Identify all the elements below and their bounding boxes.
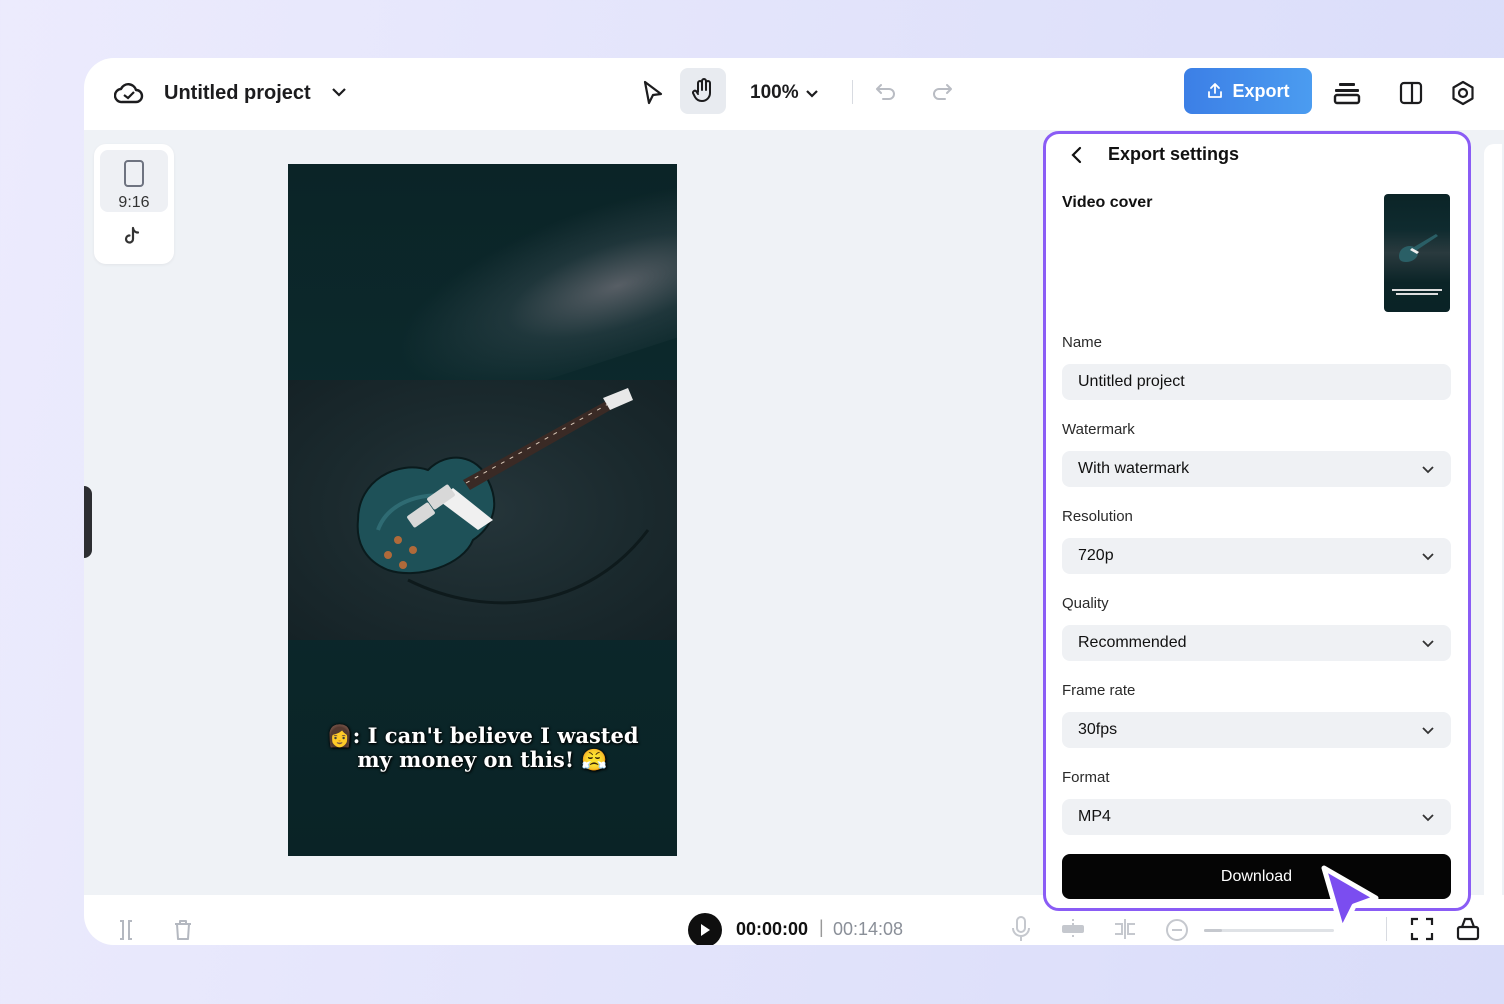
top-toolbar: Untitled project 100% Export bbox=[84, 58, 1504, 130]
trash-icon[interactable] bbox=[172, 919, 194, 945]
split-view-icon[interactable] bbox=[1394, 76, 1428, 110]
split-icon[interactable] bbox=[1112, 917, 1138, 945]
download-label: Download bbox=[1220, 867, 1293, 885]
download-button[interactable]: Download bbox=[1062, 854, 1451, 899]
bracket-icon[interactable] bbox=[116, 919, 136, 945]
undo-icon[interactable] bbox=[872, 78, 900, 106]
chevron-down-icon bbox=[1422, 639, 1434, 647]
time-separator: | bbox=[819, 917, 824, 937]
quality-label: Quality bbox=[1062, 595, 1109, 612]
mic-icon[interactable] bbox=[1010, 915, 1032, 945]
export-label: Export bbox=[1232, 80, 1290, 101]
hand-icon bbox=[692, 78, 711, 103]
cursor-icon bbox=[1318, 862, 1384, 943]
chevron-down-icon bbox=[1422, 552, 1434, 560]
lock-icon[interactable] bbox=[1456, 915, 1480, 945]
tiktok-icon[interactable] bbox=[124, 226, 142, 251]
chevron-down-icon bbox=[1422, 465, 1434, 473]
chevron-down-icon bbox=[805, 89, 818, 98]
video-caption: 👩: I can't believe I wasted my money on … bbox=[288, 724, 677, 772]
play-button[interactable] bbox=[688, 913, 722, 945]
video-preview[interactable]: 👩: I can't believe I wasted my money on … bbox=[288, 164, 677, 856]
aspect-ratio-card: 9:16 bbox=[94, 144, 174, 264]
zoom-value: 100% bbox=[750, 82, 799, 103]
zoom-dropdown[interactable]: 100% bbox=[750, 78, 819, 108]
chevron-down-icon[interactable] bbox=[328, 80, 350, 104]
caption-line-1: 👩: I can't believe I wasted bbox=[326, 723, 639, 748]
resolution-label: Resolution bbox=[1062, 508, 1133, 525]
sidebar-collapse-handle[interactable] bbox=[84, 486, 92, 558]
chevron-down-icon bbox=[1422, 726, 1434, 734]
back-icon[interactable] bbox=[1070, 146, 1082, 169]
framerate-value: 30fps bbox=[1078, 721, 1118, 738]
format-label: Format bbox=[1062, 769, 1110, 786]
video-cover-label: Video cover bbox=[1062, 194, 1153, 211]
current-time: 00:00:00 bbox=[736, 919, 809, 939]
total-time: 00:14:08 bbox=[833, 919, 904, 939]
watermark-value: With watermark bbox=[1078, 460, 1190, 477]
pointer-icon[interactable] bbox=[636, 76, 670, 110]
name-input[interactable]: Untitled project bbox=[1062, 364, 1451, 400]
export-button[interactable]: Export bbox=[1184, 68, 1312, 114]
quality-select[interactable]: Recommended bbox=[1062, 625, 1451, 661]
phone-frame-icon bbox=[124, 160, 144, 187]
zoom-slider[interactable] bbox=[1204, 929, 1334, 932]
caption-line-2: my money on this! 😤 bbox=[357, 747, 608, 772]
settings-icon[interactable] bbox=[1446, 76, 1480, 110]
resolution-value: 720p bbox=[1078, 547, 1114, 564]
play-icon bbox=[701, 924, 710, 936]
cloud-icon[interactable] bbox=[112, 78, 146, 108]
framerate-select[interactable]: 30fps bbox=[1062, 712, 1451, 748]
zoom-slider-fill bbox=[1204, 929, 1222, 932]
ratio-9-16-option[interactable]: 9:16 bbox=[100, 150, 168, 212]
layers-icon[interactable] bbox=[1330, 76, 1364, 110]
quality-value: Recommended bbox=[1078, 634, 1187, 651]
divider bbox=[1386, 917, 1387, 941]
project-title[interactable]: Untitled project bbox=[164, 78, 311, 108]
zoom-out-icon[interactable] bbox=[1164, 917, 1190, 945]
video-cover-thumbnail[interactable] bbox=[1384, 194, 1450, 312]
trim-icon[interactable] bbox=[1060, 917, 1086, 945]
format-value: MP4 bbox=[1078, 808, 1111, 825]
divider bbox=[852, 80, 853, 104]
redo-icon[interactable] bbox=[928, 78, 956, 106]
upload-icon bbox=[1208, 83, 1223, 98]
format-select[interactable]: MP4 bbox=[1062, 799, 1451, 835]
watermark-label: Watermark bbox=[1062, 421, 1135, 438]
resolution-select[interactable]: 720p bbox=[1062, 538, 1451, 574]
export-settings-panel: Export settings Video cover Name Untitle… bbox=[1043, 131, 1471, 911]
panel-title: Export settings bbox=[1108, 144, 1240, 164]
framerate-label: Frame rate bbox=[1062, 682, 1136, 699]
watermark-select[interactable]: With watermark bbox=[1062, 451, 1451, 487]
name-value: Untitled project bbox=[1078, 373, 1185, 390]
guitar-image bbox=[288, 380, 677, 640]
hand-tool-button[interactable] bbox=[680, 68, 726, 114]
properties-panel-edge bbox=[1484, 144, 1502, 924]
name-label: Name bbox=[1062, 334, 1103, 351]
chevron-down-icon bbox=[1422, 813, 1434, 821]
fullscreen-icon[interactable] bbox=[1410, 917, 1434, 945]
ratio-label: 9:16 bbox=[118, 194, 150, 211]
